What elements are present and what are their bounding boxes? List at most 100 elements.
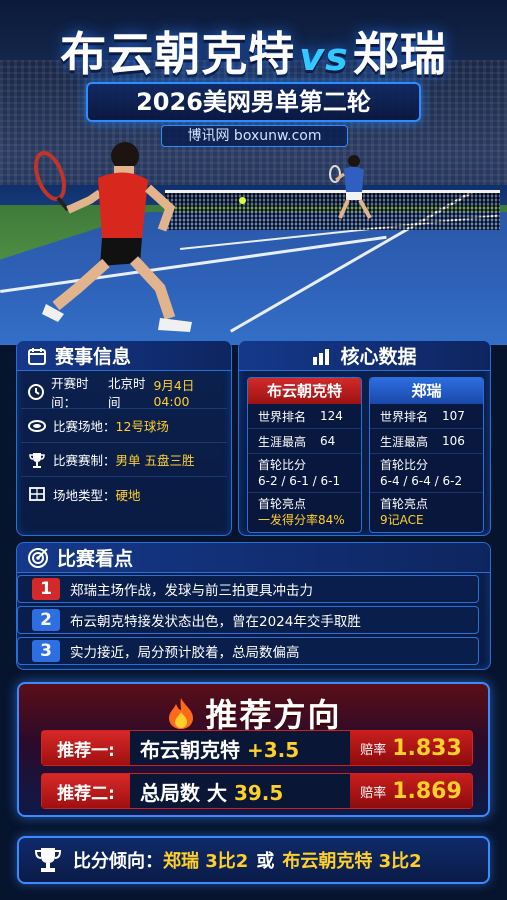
stat-block: 首轮亮点 9记ACE	[370, 493, 483, 531]
player-a-stats: 布云朝克特 世界排名 124 生涯最高 64 首轮比分 6-2 / 6-1 / 6-1…	[247, 377, 362, 533]
stat-label: 首轮比分	[258, 458, 307, 472]
recommendation-pick: 布云朝克特 +3.5	[130, 734, 350, 763]
trophy-icon	[27, 450, 47, 470]
score-trend-label: 比分倾向：	[73, 851, 163, 872]
odds-box: 赔率 1.869	[350, 774, 472, 808]
recommendation-item: 推荐二: 总局数 大 39.5 赔率 1.869	[41, 773, 473, 809]
player-b-title: 郑瑞	[352, 27, 447, 81]
info-row-time: 开赛时间： 北京时间 9月4日 04:00	[21, 375, 227, 410]
odds-box: 赔率 1.833	[350, 731, 472, 765]
odds-label: 赔率	[360, 785, 387, 801]
stat-label: 世界排名	[258, 409, 307, 424]
player-a-name: 布云朝克特	[248, 378, 361, 404]
odds-label: 赔率	[360, 742, 387, 758]
pick-name: 布云朝克特	[140, 737, 247, 762]
info-label: 比赛场地：	[53, 419, 116, 434]
stat-label: 首轮亮点	[380, 497, 429, 511]
info-label: 场地类型：	[53, 487, 116, 503]
recommendation-item: 推荐一: 布云朝克特 +3.5 赔率 1.833	[41, 730, 473, 766]
core-data-header: 核心数据	[239, 341, 490, 371]
pick-value: 39.5	[233, 780, 284, 805]
calendar-icon	[28, 347, 46, 365]
stadium-icon	[27, 416, 47, 436]
info-value-format: 男单 五盘三胜	[115, 453, 195, 468]
score-trend-or: 或	[256, 851, 275, 872]
odds-value: 1.869	[392, 778, 462, 804]
highlight-item: 3 实力接近，局分预计胶着，总局数偏高	[17, 637, 479, 665]
info-value-time: 9月4日 04:00	[153, 377, 195, 409]
trophy-icon	[34, 848, 62, 872]
highlight-text: 实力接近，局分预计胶着，总局数偏高	[70, 645, 300, 661]
match-info-header: 赛事信息	[17, 341, 231, 371]
highlight-number: 3	[32, 640, 60, 662]
hero-banner: 布云朝克特 vs郑瑞 2026美网男单第二轮 博讯网 boxunw.com	[0, 0, 507, 345]
highlights-title: 比赛看点	[57, 548, 134, 570]
fire-icon	[169, 698, 194, 729]
match-info-title: 赛事信息	[55, 346, 132, 368]
player-b-figure	[329, 155, 372, 219]
tennis-ball	[239, 197, 246, 204]
stat-value: 124	[320, 409, 343, 423]
highlight-text: 布云朝克特接发状态出色，曾在2024年交手取胜	[70, 614, 361, 630]
info-row-format: 比赛赛制： 男单 五盘三胜	[21, 443, 227, 477]
stat-label: 首轮亮点	[258, 497, 307, 511]
match-title: 布云朝克特 vs郑瑞	[0, 18, 507, 84]
info-value-surface: 硬地	[115, 487, 141, 503]
stat-value: 64	[320, 434, 336, 448]
stat-value: 6-4 / 6-4 / 6-2	[380, 474, 463, 488]
player-a-title: 布云朝克特	[60, 27, 296, 81]
pick-name: 总局数 大	[140, 780, 234, 805]
info-value-venue: 12号球场	[115, 419, 169, 434]
match-info-panel: 赛事信息 开赛时间： 北京时间 9月4日 04:00 比赛场地： 12号球场 比…	[16, 340, 232, 536]
score-trend-panel: 比分倾向： 郑瑞 3比2 或 布云朝克特 3比2	[17, 836, 490, 884]
info-prefix: 北京时间	[108, 375, 146, 410]
highlight-item: 2 布云朝克特接发状态出色，曾在2024年交手取胜	[17, 606, 479, 634]
stat-row: 生涯最高 64	[248, 429, 361, 454]
court-icon	[27, 484, 47, 504]
stat-value: 106	[442, 434, 465, 448]
highlights-header: 比赛看点	[17, 543, 490, 573]
vs-label: vs	[299, 35, 349, 79]
recommendation-label: 推荐二:	[42, 774, 130, 808]
clock-icon	[27, 382, 45, 402]
pick-value: +3.5	[246, 737, 300, 762]
bar-chart-icon	[313, 348, 330, 365]
target-icon	[28, 547, 48, 568]
stat-value: 6-2 / 6-1 / 6-1	[258, 474, 341, 488]
highlight-number: 2	[32, 609, 60, 631]
stat-block: 首轮亮点一发得分率84%	[248, 493, 361, 531]
stat-row: 世界排名 124	[248, 404, 361, 429]
core-data-title: 核心数据	[340, 346, 417, 368]
stat-label: 生涯最高	[258, 434, 307, 449]
info-label: 比赛赛制：	[53, 453, 116, 468]
player-b-stats: 郑瑞 世界排名 107 生涯最高 106 首轮比分 6-4 / 6-4 / 6-2 首…	[369, 377, 484, 533]
info-row-surface: 场地类型： 硬地	[21, 477, 227, 511]
stat-label: 首轮比分	[380, 458, 429, 472]
stat-block: 首轮比分 6-2 / 6-1 / 6-1	[248, 454, 361, 493]
stat-value-highlight: 9记ACE	[380, 513, 424, 527]
score-trend-option-a: 郑瑞 3比2	[163, 851, 249, 872]
highlight-item: 1 郑瑞主场作战，发球与前三拍更具冲击力	[17, 575, 479, 603]
stat-row: 世界排名 107	[370, 404, 483, 429]
highlight-text: 郑瑞主场作战，发球与前三拍更具冲击力	[70, 583, 313, 599]
recommendation-panel: 推荐方向 推荐一: 布云朝克特 +3.5 赔率 1.833 推荐二: 总局数 大 …	[17, 682, 490, 817]
info-row-venue: 比赛场地： 12号球场	[21, 409, 227, 443]
info-label: 开赛时间：	[51, 375, 89, 410]
highlight-number: 1	[32, 578, 60, 600]
recommendation-pick: 总局数 大 39.5	[130, 777, 350, 806]
stat-value: 107	[442, 409, 465, 423]
core-data-panel: 核心数据 布云朝克特 世界排名 124 生涯最高 64 首轮比分 6-2 / 6-1 …	[238, 340, 491, 536]
stat-block: 首轮比分 6-4 / 6-4 / 6-2	[370, 454, 483, 493]
recommendation-label: 推荐一:	[42, 731, 130, 765]
score-trend-option-b: 布云朝克特 3比2	[282, 851, 422, 872]
site-link[interactable]: 博讯网 boxunw.com	[161, 125, 348, 147]
event-subtitle: 2026美网男单第二轮	[86, 82, 421, 122]
odds-value: 1.833	[392, 735, 462, 761]
player-b-name: 郑瑞	[370, 378, 483, 404]
stat-value-highlight: 一发得分率84%	[258, 513, 345, 527]
stat-label: 世界排名	[380, 409, 429, 424]
stat-label: 生涯最高	[380, 434, 429, 449]
player-a-figure	[34, 142, 192, 332]
recommendation-title: 推荐方向	[205, 696, 342, 734]
stat-row: 生涯最高 106	[370, 429, 483, 454]
